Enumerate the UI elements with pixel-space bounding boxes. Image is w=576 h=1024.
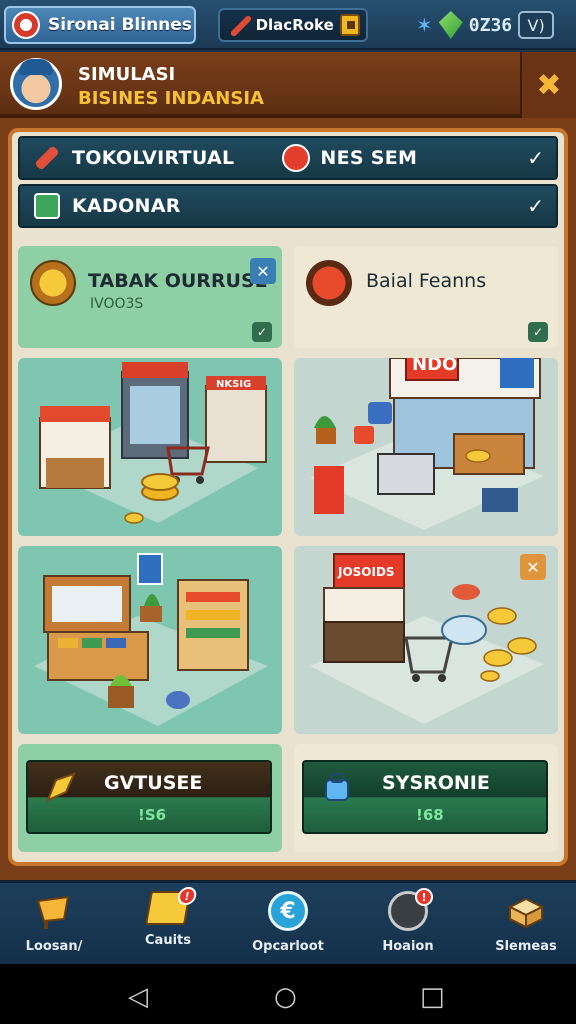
bag-icon	[325, 773, 349, 801]
pickaxe-icon	[46, 772, 76, 802]
back-icon[interactable]: ◁	[128, 982, 148, 1012]
player-chip[interactable]: DlacRoke	[218, 8, 368, 42]
business-card-2[interactable]: Baial Feanns ✓	[294, 246, 558, 348]
recents-icon[interactable]: □	[420, 982, 445, 1012]
box-icon	[507, 897, 545, 929]
shop-illustration	[34, 553, 268, 726]
shop-illustration: JOSOIDS	[310, 553, 544, 724]
card-title: Baial Feanns	[366, 270, 487, 292]
main-panel: TOKOLVIRTUAL NES SEM ✓ KADONAR ✓ TABAK O…	[0, 118, 576, 880]
close-x-icon: ✖	[536, 67, 562, 103]
page-subtitle: BISINES INDANSIA	[78, 88, 264, 109]
chevron-down-icon[interactable]: ✓	[527, 194, 544, 218]
filter-extra-label: NES SEM	[320, 147, 418, 169]
filter-row-category[interactable]: TOKOLVIRTUAL NES SEM ✓	[18, 136, 558, 180]
red-badge-icon	[306, 260, 352, 306]
nav-item-cauits[interactable]: ! Cauits	[118, 887, 218, 963]
shop-scene-1[interactable]: NKSIG	[18, 358, 282, 536]
nav-item-opcarloot[interactable]: € Opcarloot	[238, 891, 338, 963]
shop-illustration: NDO	[310, 343, 544, 530]
nav-label: Slemeas	[495, 939, 557, 954]
currency-display: ✶ 0Z36 V)	[416, 6, 568, 44]
panel-inner: TOKOLVIRTUAL NES SEM ✓ KADONAR ✓ TABAK O…	[8, 128, 568, 866]
chevron-down-icon[interactable]: ✓	[527, 146, 544, 170]
check-icon[interactable]: ✓	[528, 322, 548, 342]
shop-illustration: NKSIG	[38, 362, 267, 524]
stat-label: GVTUSEE	[104, 772, 203, 794]
red-badge-icon	[282, 144, 311, 172]
page-header: SIMULASI BISINES INDANSIA ✖	[0, 52, 576, 118]
stat-value: !68	[416, 806, 444, 824]
wrench-icon	[228, 13, 250, 37]
home-icon[interactable]: ○	[274, 982, 297, 1012]
shop-scene-3[interactable]	[18, 546, 282, 734]
card-title: TABAK OURRUSE	[88, 270, 268, 292]
shop-scene-4[interactable]: JOSOIDS ✕	[294, 546, 558, 734]
star-icon: ✶	[416, 13, 433, 37]
nav-label: Hoaion	[382, 939, 434, 954]
euro-coin-icon: €	[268, 891, 308, 931]
nav-label: Loosan/	[25, 939, 83, 954]
menu-button[interactable]: V)	[518, 11, 555, 39]
system-nav-bar: ◁ ○ □	[0, 964, 576, 1024]
filter-row-store[interactable]: KADONAR ✓	[18, 184, 558, 228]
page-title: SIMULASI	[78, 64, 176, 85]
coin-icon	[339, 14, 360, 36]
shop-sign: JOSOIDS	[337, 565, 395, 579]
stat-label: SYSRONIE	[382, 772, 490, 794]
card-icon: !	[145, 887, 198, 925]
business-card-1[interactable]: TABAK OURRUSE IVOO3S ✕ ✓	[18, 246, 282, 348]
close-x-icon[interactable]: ✕	[520, 554, 546, 580]
shop-icon	[34, 193, 60, 219]
filter-label: KADONAR	[72, 195, 181, 217]
nav-item-slemeas[interactable]: Slemeas	[476, 891, 576, 963]
gem-icon	[438, 11, 463, 39]
notification-badge: !	[176, 887, 198, 905]
bottom-nav: Loosan/ ! Cauits € Opcarloot ! Hoaion Sl…	[0, 880, 576, 964]
close-x-icon[interactable]: ✕	[250, 258, 276, 284]
player-name: DlacRoke	[255, 16, 334, 34]
tool-icon	[34, 145, 60, 171]
app-title-chip[interactable]: Sironai Blinnes	[4, 6, 196, 44]
shop-sign: NDO	[412, 358, 457, 375]
notification-badge: !	[415, 888, 433, 906]
card-footer-2: SYSRONIE !68	[294, 744, 558, 852]
stat-button-2[interactable]: SYSRONIE !68	[302, 760, 548, 834]
check-icon[interactable]: ✓	[252, 322, 272, 342]
app-logo-icon	[12, 11, 40, 39]
coin-stack-icon	[30, 260, 76, 306]
nav-item-hoaion[interactable]: ! Hoaion	[358, 888, 458, 963]
shop-scene-2[interactable]: NDO	[294, 343, 558, 536]
tools-icon: !	[388, 888, 433, 931]
avatar[interactable]	[10, 58, 62, 110]
card-footer-1: GVTUSEE !S6	[18, 744, 282, 852]
card-subtitle: IVOO3S	[90, 296, 144, 312]
nav-label: Opcarloot	[252, 939, 324, 954]
cart-icon	[36, 895, 70, 929]
top-status-bar: Sironai Blinnes DlacRoke ✶ 0Z36 V)	[0, 0, 576, 50]
stat-value: !S6	[138, 806, 167, 824]
close-button[interactable]: ✖	[520, 52, 576, 118]
filter-label: TOKOLVIRTUAL	[72, 147, 235, 169]
stat-button-1[interactable]: GVTUSEE !S6	[26, 760, 272, 834]
nav-item-loosan[interactable]: Loosan/	[4, 891, 104, 963]
nav-label: Cauits	[145, 933, 191, 948]
currency-amount: 0Z36	[468, 14, 513, 36]
app-name: Sironai Blinnes	[48, 15, 192, 35]
shop-sign: NKSIG	[216, 379, 251, 390]
